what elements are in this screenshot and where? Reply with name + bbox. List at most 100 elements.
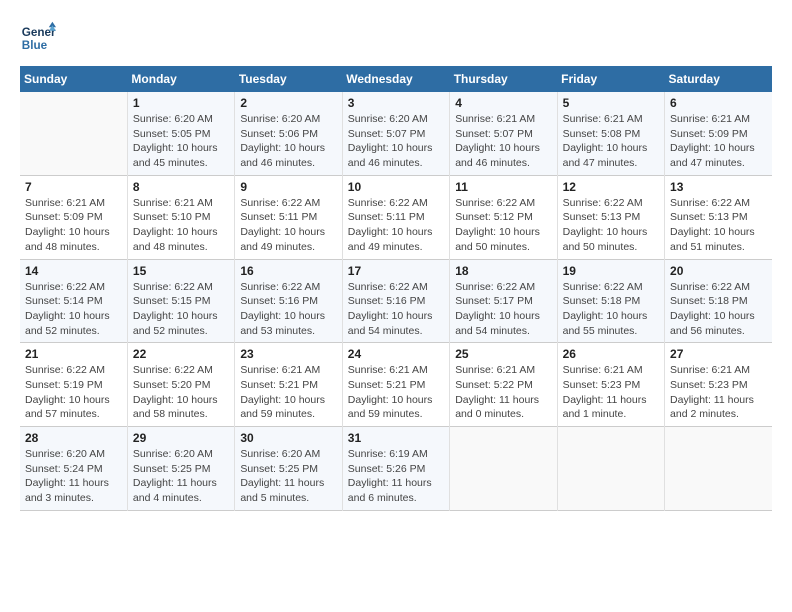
calendar-cell	[557, 427, 664, 511]
calendar-cell: 17 Sunrise: 6:22 AM Sunset: 5:16 PM Dayli…	[342, 259, 449, 343]
day-info: Sunrise: 6:21 AM Sunset: 5:09 PM Dayligh…	[25, 196, 122, 255]
day-info: Sunrise: 6:22 AM Sunset: 5:15 PM Dayligh…	[133, 280, 229, 339]
calendar-cell: 1 Sunrise: 6:20 AM Sunset: 5:05 PM Daylig…	[127, 92, 234, 175]
day-info: Sunrise: 6:21 AM Sunset: 5:21 PM Dayligh…	[240, 363, 336, 422]
day-number: 13	[670, 180, 767, 194]
day-number: 31	[348, 431, 444, 445]
calendar-cell: 7 Sunrise: 6:21 AM Sunset: 5:09 PM Daylig…	[20, 175, 127, 259]
day-number: 23	[240, 347, 336, 361]
day-info: Sunrise: 6:22 AM Sunset: 5:11 PM Dayligh…	[240, 196, 336, 255]
day-info: Sunrise: 6:21 AM Sunset: 5:09 PM Dayligh…	[670, 112, 767, 171]
day-number: 8	[133, 180, 229, 194]
day-info: Sunrise: 6:21 AM Sunset: 5:23 PM Dayligh…	[670, 363, 767, 422]
day-number: 22	[133, 347, 229, 361]
day-header-wednesday: Wednesday	[342, 66, 449, 92]
day-number: 29	[133, 431, 229, 445]
day-header-thursday: Thursday	[450, 66, 557, 92]
day-number: 26	[563, 347, 659, 361]
calendar-cell: 25 Sunrise: 6:21 AM Sunset: 5:22 PM Dayli…	[450, 343, 557, 427]
day-number: 7	[25, 180, 122, 194]
calendar-cell: 20 Sunrise: 6:22 AM Sunset: 5:18 PM Dayli…	[665, 259, 772, 343]
calendar-cell: 9 Sunrise: 6:22 AM Sunset: 5:11 PM Daylig…	[235, 175, 342, 259]
day-number: 15	[133, 264, 229, 278]
day-number: 25	[455, 347, 551, 361]
day-info: Sunrise: 6:22 AM Sunset: 5:19 PM Dayligh…	[25, 363, 122, 422]
calendar-week-4: 21Sunrise: 6:22 AM Sunset: 5:19 PM Dayli…	[20, 343, 772, 427]
day-number: 3	[348, 96, 444, 110]
calendar-cell: 31 Sunrise: 6:19 AM Sunset: 5:26 PM Dayli…	[342, 427, 449, 511]
day-info: Sunrise: 6:22 AM Sunset: 5:13 PM Dayligh…	[563, 196, 659, 255]
day-number: 5	[563, 96, 659, 110]
calendar-cell: 14Sunrise: 6:22 AM Sunset: 5:14 PM Dayli…	[20, 259, 127, 343]
calendar-cell	[20, 92, 127, 175]
calendar-week-5: 28Sunrise: 6:20 AM Sunset: 5:24 PM Dayli…	[20, 427, 772, 511]
day-info: Sunrise: 6:21 AM Sunset: 5:22 PM Dayligh…	[455, 363, 551, 422]
calendar-cell	[665, 427, 772, 511]
calendar-cell: 28Sunrise: 6:20 AM Sunset: 5:24 PM Dayli…	[20, 427, 127, 511]
day-number: 9	[240, 180, 336, 194]
calendar-cell: 11 Sunrise: 6:22 AM Sunset: 5:12 PM Dayli…	[450, 175, 557, 259]
page-header: General Blue	[20, 20, 772, 56]
day-info: Sunrise: 6:22 AM Sunset: 5:17 PM Dayligh…	[455, 280, 551, 339]
calendar-cell: 8 Sunrise: 6:21 AM Sunset: 5:10 PM Daylig…	[127, 175, 234, 259]
day-number: 10	[348, 180, 444, 194]
header-row: SundayMondayTuesdayWednesdayThursdayFrid…	[20, 66, 772, 92]
day-info: Sunrise: 6:20 AM Sunset: 5:25 PM Dayligh…	[133, 447, 229, 506]
day-number: 6	[670, 96, 767, 110]
day-number: 17	[348, 264, 444, 278]
day-info: Sunrise: 6:20 AM Sunset: 5:05 PM Dayligh…	[133, 112, 229, 171]
calendar-week-1: 1 Sunrise: 6:20 AM Sunset: 5:05 PM Daylig…	[20, 92, 772, 175]
calendar-cell: 24 Sunrise: 6:21 AM Sunset: 5:21 PM Dayli…	[342, 343, 449, 427]
day-info: Sunrise: 6:20 AM Sunset: 5:07 PM Dayligh…	[348, 112, 444, 171]
day-number: 11	[455, 180, 551, 194]
day-info: Sunrise: 6:22 AM Sunset: 5:13 PM Dayligh…	[670, 196, 767, 255]
calendar-cell: 22Sunrise: 6:22 AM Sunset: 5:20 PM Dayli…	[127, 343, 234, 427]
calendar-cell: 5 Sunrise: 6:21 AM Sunset: 5:08 PM Daylig…	[557, 92, 664, 175]
calendar-week-3: 14Sunrise: 6:22 AM Sunset: 5:14 PM Dayli…	[20, 259, 772, 343]
day-info: Sunrise: 6:20 AM Sunset: 5:25 PM Dayligh…	[240, 447, 336, 506]
day-info: Sunrise: 6:21 AM Sunset: 5:23 PM Dayligh…	[563, 363, 659, 422]
calendar-cell	[450, 427, 557, 511]
day-info: Sunrise: 6:21 AM Sunset: 5:10 PM Dayligh…	[133, 196, 229, 255]
day-number: 1	[133, 96, 229, 110]
calendar-cell: 6 Sunrise: 6:21 AM Sunset: 5:09 PM Daylig…	[665, 92, 772, 175]
day-info: Sunrise: 6:22 AM Sunset: 5:11 PM Dayligh…	[348, 196, 444, 255]
calendar-cell: 13 Sunrise: 6:22 AM Sunset: 5:13 PM Dayli…	[665, 175, 772, 259]
day-info: Sunrise: 6:22 AM Sunset: 5:12 PM Dayligh…	[455, 196, 551, 255]
calendar-cell: 30Sunrise: 6:20 AM Sunset: 5:25 PM Dayli…	[235, 427, 342, 511]
day-info: Sunrise: 6:22 AM Sunset: 5:18 PM Dayligh…	[670, 280, 767, 339]
logo: General Blue	[20, 20, 56, 56]
logo-icon: General Blue	[20, 20, 56, 56]
calendar-week-2: 7 Sunrise: 6:21 AM Sunset: 5:09 PM Daylig…	[20, 175, 772, 259]
day-info: Sunrise: 6:21 AM Sunset: 5:08 PM Dayligh…	[563, 112, 659, 171]
day-number: 20	[670, 264, 767, 278]
day-number: 19	[563, 264, 659, 278]
calendar-cell: 2Sunrise: 6:20 AM Sunset: 5:06 PM Daylig…	[235, 92, 342, 175]
day-number: 16	[240, 264, 336, 278]
day-number: 2	[240, 96, 336, 110]
day-info: Sunrise: 6:22 AM Sunset: 5:14 PM Dayligh…	[25, 280, 122, 339]
calendar-cell: 16 Sunrise: 6:22 AM Sunset: 5:16 PM Dayli…	[235, 259, 342, 343]
day-info: Sunrise: 6:21 AM Sunset: 5:21 PM Dayligh…	[348, 363, 444, 422]
calendar-cell: 23 Sunrise: 6:21 AM Sunset: 5:21 PM Dayli…	[235, 343, 342, 427]
calendar-cell: 18Sunrise: 6:22 AM Sunset: 5:17 PM Dayli…	[450, 259, 557, 343]
svg-text:Blue: Blue	[22, 39, 48, 52]
calendar-cell: 19 Sunrise: 6:22 AM Sunset: 5:18 PM Dayli…	[557, 259, 664, 343]
calendar-cell: 3 Sunrise: 6:20 AM Sunset: 5:07 PM Daylig…	[342, 92, 449, 175]
calendar-cell: 10 Sunrise: 6:22 AM Sunset: 5:11 PM Dayli…	[342, 175, 449, 259]
day-number: 4	[455, 96, 551, 110]
calendar-cell: 29 Sunrise: 6:20 AM Sunset: 5:25 PM Dayli…	[127, 427, 234, 511]
day-info: Sunrise: 6:20 AM Sunset: 5:24 PM Dayligh…	[25, 447, 122, 506]
day-info: Sunrise: 6:22 AM Sunset: 5:18 PM Dayligh…	[563, 280, 659, 339]
calendar-cell: 15 Sunrise: 6:22 AM Sunset: 5:15 PM Dayli…	[127, 259, 234, 343]
day-header-tuesday: Tuesday	[235, 66, 342, 92]
day-header-sunday: Sunday	[20, 66, 127, 92]
day-header-saturday: Saturday	[665, 66, 772, 92]
day-info: Sunrise: 6:22 AM Sunset: 5:16 PM Dayligh…	[348, 280, 444, 339]
day-info: Sunrise: 6:19 AM Sunset: 5:26 PM Dayligh…	[348, 447, 444, 506]
calendar-cell: 27Sunrise: 6:21 AM Sunset: 5:23 PM Dayli…	[665, 343, 772, 427]
day-number: 24	[348, 347, 444, 361]
day-info: Sunrise: 6:22 AM Sunset: 5:16 PM Dayligh…	[240, 280, 336, 339]
day-number: 12	[563, 180, 659, 194]
calendar-cell: 21Sunrise: 6:22 AM Sunset: 5:19 PM Dayli…	[20, 343, 127, 427]
